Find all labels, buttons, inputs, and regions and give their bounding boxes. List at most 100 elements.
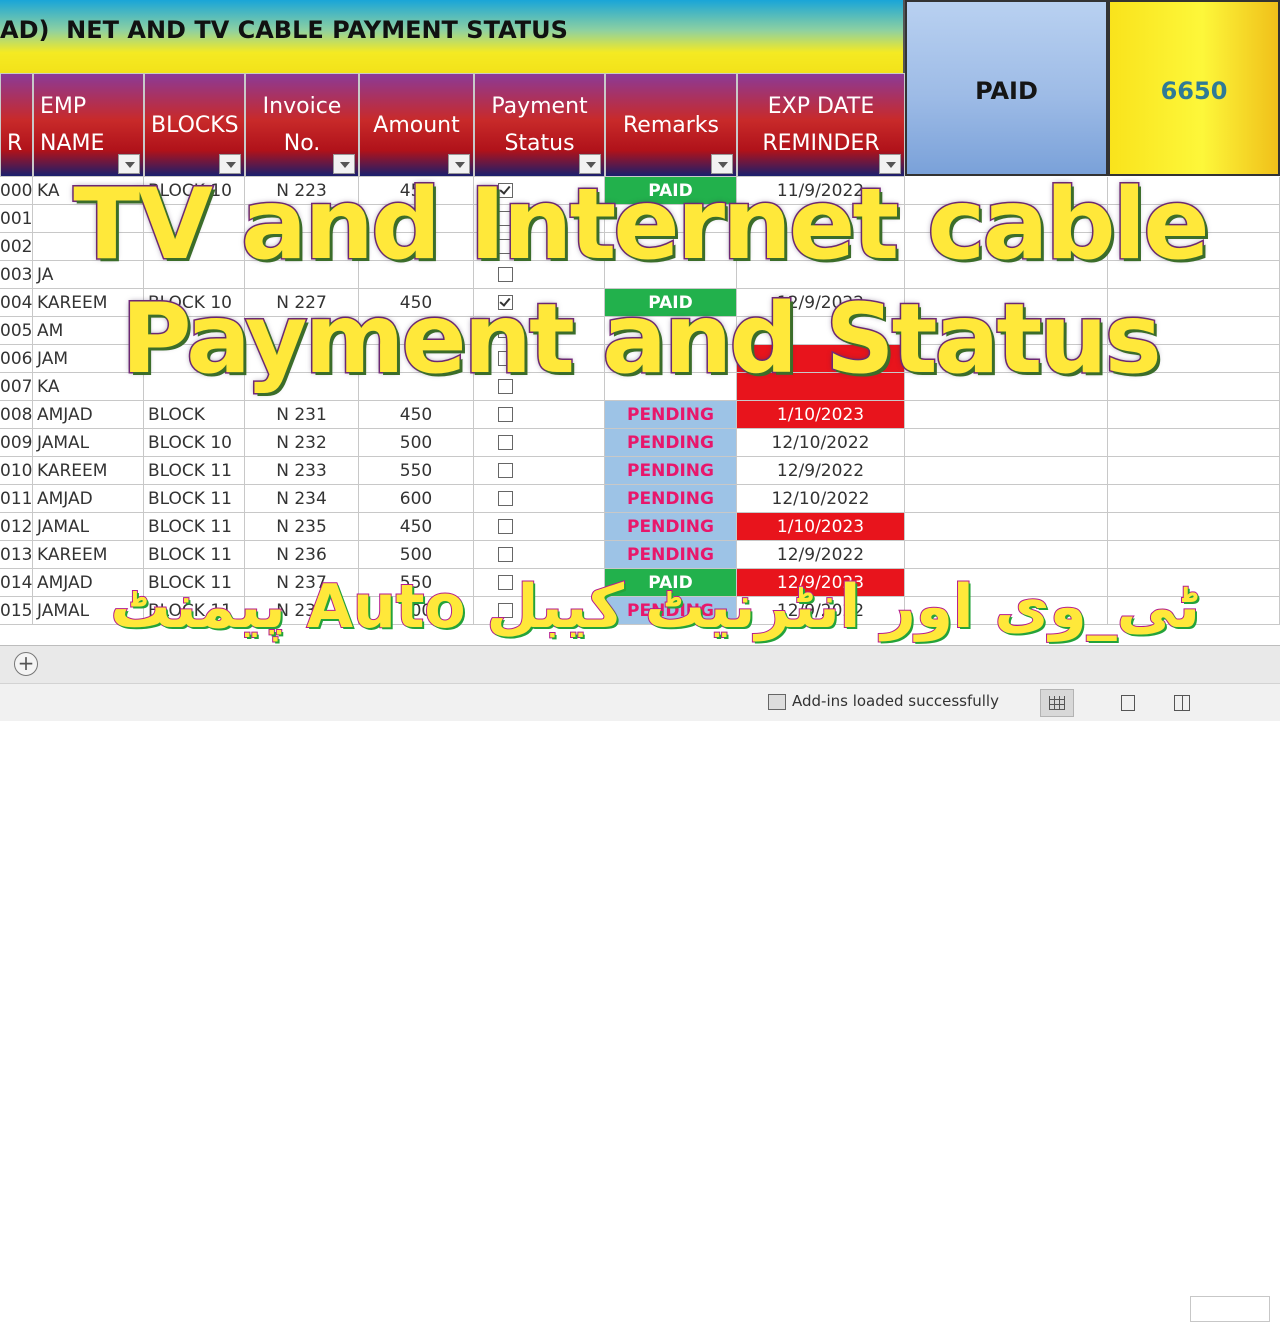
exp-date-cell[interactable]: 12/9/2022 xyxy=(737,457,905,485)
invoice-cell[interactable]: N 232 xyxy=(245,429,359,457)
emp-name-cell[interactable]: JAMAL xyxy=(33,429,144,457)
block-cell[interactable]: BLOCK 10 xyxy=(144,429,245,457)
normal-view-icon[interactable] xyxy=(1040,689,1074,717)
payment-status-cell[interactable] xyxy=(474,513,605,541)
amount-cell[interactable]: 550 xyxy=(359,457,474,485)
payment-checkbox[interactable] xyxy=(498,435,513,450)
block-cell[interactable]: BLOCK 11 xyxy=(144,513,245,541)
amount-cell[interactable]: 500 xyxy=(359,429,474,457)
emp-name-cell[interactable]: JAMAL xyxy=(33,513,144,541)
row-id-cell[interactable]: 010 xyxy=(0,457,33,485)
column-header-label: Payment Status xyxy=(491,94,588,156)
block-cell[interactable]: BLOCK 11 xyxy=(144,541,245,569)
payment-checkbox[interactable] xyxy=(498,519,513,534)
payment-status-cell[interactable] xyxy=(474,429,605,457)
payment-checkbox[interactable] xyxy=(498,491,513,506)
block-cell[interactable]: BLOCK 11 xyxy=(144,457,245,485)
invoice-cell[interactable]: N 234 xyxy=(245,485,359,513)
payment-status-cell[interactable] xyxy=(474,401,605,429)
column-header-amount[interactable]: Amount xyxy=(359,73,474,177)
table-row: 011 AMJAD BLOCK 11 N 234 600 PENDING 12/10/202… xyxy=(0,485,1280,513)
empty-cell[interactable] xyxy=(1108,513,1280,541)
remarks-cell[interactable]: PENDING xyxy=(605,457,737,485)
amount-cell[interactable]: 450 xyxy=(359,401,474,429)
payment-checkbox[interactable] xyxy=(498,407,513,422)
empty-cell[interactable] xyxy=(905,541,1108,569)
column-header-invoice[interactable]: Invoice No. xyxy=(245,73,359,177)
table-row: 013 KAREEM BLOCK 11 N 236 500 PENDING 12/9/202… xyxy=(0,541,1280,569)
page-break-preview-icon[interactable] xyxy=(1166,689,1200,717)
block-cell[interactable]: BLOCK 11 xyxy=(144,485,245,513)
invoice-cell[interactable]: N 231 xyxy=(245,401,359,429)
thumbnail-urdu-caption: ٹی_وی اور انٹرنیٹ کیبل Auto پیمنٹ xyxy=(109,571,1201,643)
remarks-cell[interactable]: PENDING xyxy=(605,429,737,457)
row-id-cell[interactable]: 014 xyxy=(0,569,33,597)
amount-cell[interactable]: 600 xyxy=(359,485,474,513)
row-id-cell[interactable]: 012 xyxy=(0,513,33,541)
column-header-label: EMP NAME xyxy=(40,94,105,156)
emp-name-cell[interactable]: AMJAD xyxy=(33,401,144,429)
row-id-cell[interactable]: 009 xyxy=(0,429,33,457)
exp-date-cell[interactable]: 12/10/2022 xyxy=(737,429,905,457)
empty-cell[interactable] xyxy=(1108,401,1280,429)
horizontal-scrollbar[interactable] xyxy=(1190,1296,1270,1322)
column-header-remarks[interactable]: Remarks xyxy=(605,73,737,177)
column-header-payment-status[interactable]: Payment Status xyxy=(474,73,605,177)
column-header-label: R xyxy=(7,130,23,156)
status-message: Add-ins loaded successfully xyxy=(792,692,999,710)
paid-total-value: 6650 xyxy=(1160,77,1228,105)
column-header-id[interactable]: R xyxy=(0,73,33,177)
column-header-label: Amount xyxy=(373,112,460,138)
invoice-cell[interactable]: N 233 xyxy=(245,457,359,485)
paid-total-cell[interactable]: 6650 xyxy=(1108,0,1280,176)
sheet-tab-bar: + xyxy=(0,645,1280,1322)
invoice-cell[interactable]: N 235 xyxy=(245,513,359,541)
emp-name-cell[interactable]: AMJAD xyxy=(33,485,144,513)
empty-cell[interactable] xyxy=(905,457,1108,485)
thumbnail-title-line1: TV and Internet cable xyxy=(72,167,1211,284)
payment-checkbox[interactable] xyxy=(498,547,513,562)
empty-cell[interactable] xyxy=(905,429,1108,457)
amount-cell[interactable]: 500 xyxy=(359,541,474,569)
row-id-cell[interactable]: 011 xyxy=(0,485,33,513)
empty-cell[interactable] xyxy=(1108,541,1280,569)
empty-cell[interactable] xyxy=(1108,429,1280,457)
remarks-cell[interactable]: PENDING xyxy=(605,401,737,429)
column-header-blocks[interactable]: BLOCKS xyxy=(144,73,245,177)
row-id-cell[interactable]: 008 xyxy=(0,401,33,429)
status-bar: Add-ins loaded successfully xyxy=(0,683,1280,721)
row-id-cell[interactable]: 013 xyxy=(0,541,33,569)
amount-cell[interactable]: 450 xyxy=(359,513,474,541)
empty-cell[interactable] xyxy=(1108,457,1280,485)
emp-name-cell[interactable]: KAREEM xyxy=(33,457,144,485)
empty-cell[interactable] xyxy=(905,485,1108,513)
exp-date-cell[interactable]: 12/10/2022 xyxy=(737,485,905,513)
remarks-cell[interactable]: PENDING xyxy=(605,541,737,569)
payment-checkbox[interactable] xyxy=(498,463,513,478)
exp-date-cell[interactable]: 12/9/2022 xyxy=(737,541,905,569)
payment-status-cell[interactable] xyxy=(474,541,605,569)
column-header-label: Remarks xyxy=(623,112,719,138)
row-id-cell[interactable]: 015 xyxy=(0,597,33,625)
empty-cell[interactable] xyxy=(905,513,1108,541)
thumbnail-title-line2: Payment and Status xyxy=(120,282,1163,397)
payment-status-cell[interactable] xyxy=(474,457,605,485)
empty-cell[interactable] xyxy=(1108,485,1280,513)
block-cell[interactable]: BLOCK xyxy=(144,401,245,429)
empty-cell[interactable] xyxy=(905,401,1108,429)
column-header-exp-date[interactable]: EXP DATE REMINDER xyxy=(737,73,905,177)
invoice-cell[interactable]: N 236 xyxy=(245,541,359,569)
column-header-emp-name[interactable]: EMP NAME xyxy=(33,73,144,177)
exp-date-cell[interactable]: 1/10/2023 xyxy=(737,513,905,541)
paid-summary-label-cell[interactable]: PAID xyxy=(905,0,1108,176)
exp-date-cell[interactable]: 1/10/2023 xyxy=(737,401,905,429)
page-layout-view-icon[interactable] xyxy=(1112,689,1146,717)
table-row: 012 JAMAL BLOCK 11 N 235 450 PENDING 1/10/2023 xyxy=(0,513,1280,541)
table-row: 008 AMJAD BLOCK N 231 450 PENDING 1/10/2023 xyxy=(0,401,1280,429)
remarks-cell[interactable]: PENDING xyxy=(605,513,737,541)
add-ins-icon xyxy=(768,694,786,710)
emp-name-cell[interactable]: KAREEM xyxy=(33,541,144,569)
add-sheet-button[interactable]: + xyxy=(14,652,38,676)
remarks-cell[interactable]: PENDING xyxy=(605,485,737,513)
payment-status-cell[interactable] xyxy=(474,485,605,513)
